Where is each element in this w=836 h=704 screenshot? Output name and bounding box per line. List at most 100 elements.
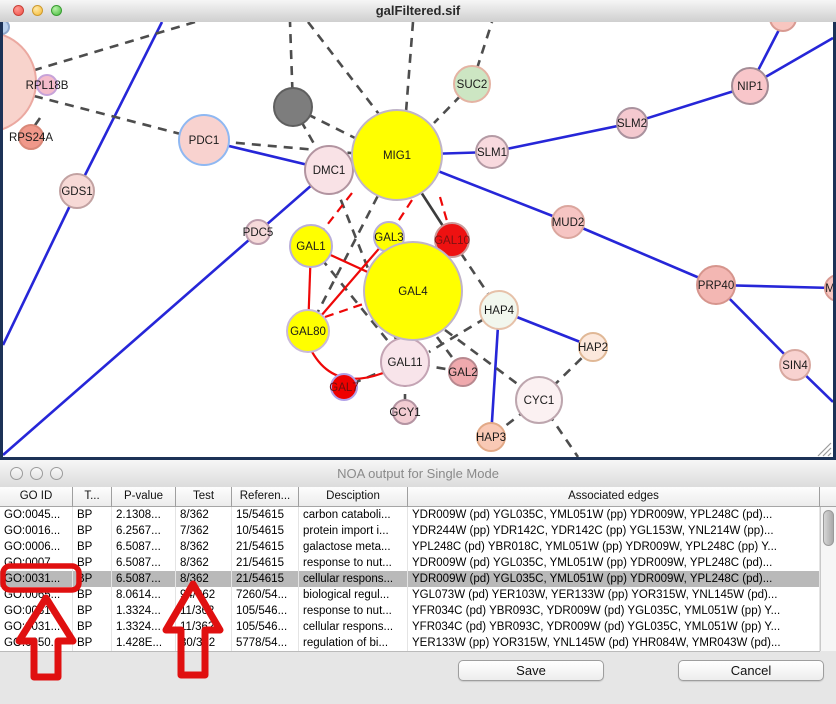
table-row[interactable]: GO:0007...BP6.5087...8/36221/54615respon…	[0, 555, 820, 571]
network-edge[interactable]	[28, 22, 195, 72]
cell-edges[interactable]: YGL073W (pd) YER103W, YER133W (pp) YOR31…	[408, 587, 820, 603]
cell-p_value[interactable]: 1.3324...	[112, 619, 176, 635]
cell-go_id[interactable]: GO:0065...	[0, 587, 73, 603]
close-button-inactive[interactable]	[10, 467, 23, 480]
cell-test[interactable]: 80/362	[176, 635, 232, 651]
table-row[interactable]: GO:0016...BP6.2567...7/36210/54615protei…	[0, 523, 820, 539]
cancel-button[interactable]: Cancel	[678, 660, 824, 681]
table-row[interactable]: GO:0031...BP1.3324...11/362105/546...res…	[0, 603, 820, 619]
cell-test[interactable]: 8/362	[176, 507, 232, 523]
cell-test[interactable]: 7/362	[176, 523, 232, 539]
cell-p_value[interactable]: 6.5087...	[112, 539, 176, 555]
minimize-button[interactable]	[32, 5, 43, 16]
cell-reference[interactable]: 105/546...	[232, 619, 299, 635]
column-header-test[interactable]: Test	[176, 487, 232, 507]
cell-edges[interactable]: YPL248C (pd) YBR018C, YML051W (pp) YDR00…	[408, 539, 820, 555]
cell-p_value[interactable]: 1.3324...	[112, 603, 176, 619]
cell-reference[interactable]: 15/54615	[232, 507, 299, 523]
cell-type[interactable]: BP	[73, 587, 112, 603]
zoom-button-inactive[interactable]	[50, 467, 63, 480]
cell-reference[interactable]: 21/54615	[232, 555, 299, 571]
network-edge[interactable]	[34, 96, 204, 140]
cell-type[interactable]: BP	[73, 539, 112, 555]
cell-reference[interactable]: 21/54615	[232, 539, 299, 555]
cell-description[interactable]: response to nut...	[299, 555, 408, 571]
cell-reference[interactable]: 5778/54...	[232, 635, 299, 651]
cell-reference[interactable]: 10/54615	[232, 523, 299, 539]
save-button[interactable]: Save	[458, 660, 604, 681]
cell-description[interactable]: cellular respons...	[299, 619, 408, 635]
noa-titlebar[interactable]: NOA output for Single Mode	[0, 460, 836, 488]
zoom-button[interactable]	[51, 5, 62, 16]
network-node-top-right[interactable]	[770, 22, 796, 31]
cell-go_id[interactable]: GO:0031...	[0, 571, 73, 587]
resize-grip-icon[interactable]	[828, 453, 831, 456]
network-edge[interactable]	[568, 222, 716, 285]
cell-go_id[interactable]: GO:0016...	[0, 523, 73, 539]
cell-edges[interactable]: YDR009W (pd) YGL035C, YML051W (pp) YDR00…	[408, 555, 820, 571]
cell-type[interactable]: BP	[73, 555, 112, 571]
cell-edges[interactable]: YDR009W (pd) YGL035C, YML051W (pp) YDR00…	[408, 507, 820, 523]
table-row-selected[interactable]: GO:0031...BP6.5087...8/36221/54615cellul…	[0, 571, 820, 587]
cell-p_value[interactable]: 6.5087...	[112, 555, 176, 571]
cell-test[interactable]: 11/362	[176, 619, 232, 635]
cell-type[interactable]: BP	[73, 507, 112, 523]
network-edge[interactable]	[77, 22, 162, 191]
cell-edges[interactable]: YFR034C (pd) YBR093C, YDR009W (pd) YGL03…	[408, 619, 820, 635]
column-header-go_id[interactable]: GO ID	[0, 487, 73, 507]
cell-test[interactable]: 8/362	[176, 571, 232, 587]
network-edge[interactable]	[406, 22, 413, 112]
cell-go_id[interactable]: GO:0031...	[0, 603, 73, 619]
vertical-scrollbar[interactable]	[820, 507, 836, 651]
cell-type[interactable]: BP	[73, 603, 112, 619]
cell-test[interactable]: 94/362	[176, 587, 232, 603]
network-node-corner-dot[interactable]	[3, 22, 9, 34]
cell-test[interactable]: 11/362	[176, 603, 232, 619]
cell-reference[interactable]: 7260/54...	[232, 587, 299, 603]
cell-edges[interactable]: YDR009W (pd) YGL035C, YML051W (pp) YDR00…	[408, 571, 820, 587]
cell-p_value[interactable]: 8.0614...	[112, 587, 176, 603]
cell-description[interactable]: galactose meta...	[299, 539, 408, 555]
cell-description[interactable]: biological regul...	[299, 587, 408, 603]
cell-type[interactable]: BP	[73, 523, 112, 539]
cell-p_value[interactable]: 1.428E...	[112, 635, 176, 651]
column-header-type[interactable]: T...	[73, 487, 112, 507]
cell-type[interactable]: BP	[73, 619, 112, 635]
network-edge[interactable]	[492, 123, 632, 152]
cell-type[interactable]: BP	[73, 571, 112, 587]
cell-description[interactable]: regulation of bi...	[299, 635, 408, 651]
cell-go_id[interactable]: GO:0006...	[0, 539, 73, 555]
cell-test[interactable]: 8/362	[176, 539, 232, 555]
column-header-p_value[interactable]: P-value	[112, 487, 176, 507]
network-canvas[interactable]: RPL18BRPS24AGDS1PDC1DMC1SUC2MIG1SLM1SLM2…	[3, 22, 833, 457]
cell-reference[interactable]: 21/54615	[232, 571, 299, 587]
cell-reference[interactable]: 105/546...	[232, 603, 299, 619]
network-edge[interactable]	[3, 191, 77, 345]
minimize-button-inactive[interactable]	[30, 467, 43, 480]
network-edge[interactable]	[308, 22, 385, 122]
cell-edges[interactable]: YFR034C (pd) YBR093C, YDR009W (pd) YGL03…	[408, 603, 820, 619]
scrollbar-thumb[interactable]	[823, 510, 834, 546]
network-titlebar[interactable]: galFiltered.sif	[0, 0, 836, 23]
network-edge[interactable]	[3, 170, 329, 455]
table-row[interactable]: GO:0045...BP2.1308...8/36215/54615carbon…	[0, 507, 820, 523]
table-row[interactable]: GO:0031...BP1.3324...11/362105/546...cel…	[0, 619, 820, 635]
cell-go_id[interactable]: GO:0031...	[0, 619, 73, 635]
cell-test[interactable]: 8/362	[176, 555, 232, 571]
cell-p_value[interactable]: 6.5087...	[112, 571, 176, 587]
cell-description[interactable]: cellular respons...	[299, 571, 408, 587]
cell-go_id[interactable]: GO:0045...	[0, 507, 73, 523]
cell-go_id[interactable]: GO:0007...	[0, 555, 73, 571]
column-header-description[interactable]: Desciption	[299, 487, 408, 507]
cell-p_value[interactable]: 6.2567...	[112, 523, 176, 539]
cell-go_id[interactable]: GO:0050...	[0, 635, 73, 651]
cell-description[interactable]: response to nut...	[299, 603, 408, 619]
column-header-reference[interactable]: Referen...	[232, 487, 299, 507]
cell-type[interactable]: BP	[73, 635, 112, 651]
column-header-edges[interactable]: Associated edges	[408, 487, 820, 507]
cell-edges[interactable]: YER133W (pp) YOR315W, YNL145W (pd) YHR08…	[408, 635, 820, 651]
close-button[interactable]	[13, 5, 24, 16]
cell-p_value[interactable]: 2.1308...	[112, 507, 176, 523]
table-row[interactable]: GO:0006...BP6.5087...8/36221/54615galact…	[0, 539, 820, 555]
network-node-dark-node[interactable]	[274, 88, 312, 126]
